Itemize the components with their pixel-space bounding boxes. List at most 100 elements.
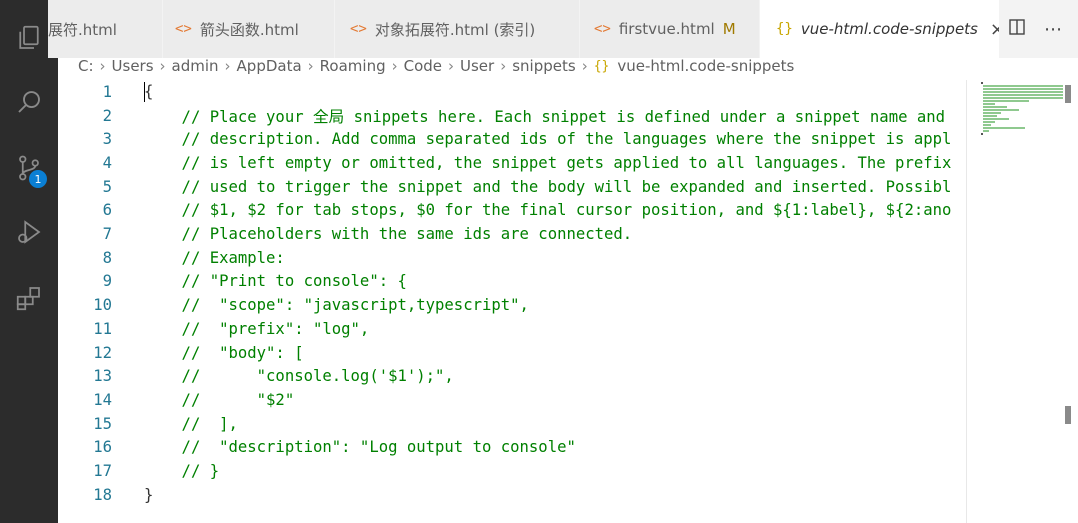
minimap-line (983, 94, 1063, 96)
line-number: 3 (102, 130, 112, 149)
line-content: // is left empty or omitted, the snippet… (144, 153, 952, 172)
line-content: // } (144, 462, 220, 481)
line-content: // "prefix": "log", (144, 319, 370, 338)
breadcrumb-item[interactable]: snippets (512, 57, 575, 75)
code-line: 3 // description. Add comma separated id… (58, 127, 966, 151)
line-number: 11 (93, 319, 112, 338)
tab-firstvue[interactable]: <> firstvue.html M (580, 0, 760, 58)
minimap-line (983, 85, 1063, 87)
breadcrumb-item[interactable]: AppData (237, 57, 302, 75)
scrollbar-thumb[interactable] (1065, 85, 1071, 103)
run-debug-icon[interactable] (0, 208, 58, 256)
line-content: // Placeholders with the same ids are co… (144, 225, 633, 244)
line-content: // "description": "Log output to console… (144, 438, 576, 457)
breadcrumb-file[interactable]: vue-html.code-snippets (617, 57, 794, 75)
code-line: 4 // is left empty or omitted, the snipp… (58, 151, 966, 175)
line-number: 4 (102, 153, 112, 172)
minimap-line (983, 118, 1009, 120)
minimap-line (983, 121, 995, 123)
html-file-icon: <> (350, 21, 367, 37)
tab-label: 箭头函数.html (199, 20, 299, 39)
tab-duixiang[interactable]: <> 对象拓展符.html (索引) (335, 0, 580, 58)
breadcrumb-item[interactable]: admin (172, 57, 219, 75)
line-number: 2 (102, 106, 112, 125)
code-line: 6 // $1, $2 for tab stops, $0 for the fi… (58, 199, 966, 223)
source-control-badge: 1 (29, 170, 47, 188)
code-line: 13 // "console.log('$1');", (58, 364, 966, 388)
search-icon[interactable] (0, 78, 58, 126)
line-number: 8 (102, 248, 112, 267)
line-content: } (144, 485, 154, 504)
minimap-line (983, 106, 1007, 108)
code-line: 15 // ], (58, 412, 966, 436)
minimap-line (983, 130, 989, 132)
tab-jiantou[interactable]: <> 箭头函数.html (163, 0, 335, 58)
code-line: 12 // "body": [ (58, 341, 966, 365)
breadcrumb-item[interactable]: Code (404, 57, 442, 75)
minimap-line (983, 103, 995, 105)
line-number: 13 (93, 367, 112, 386)
code-line: 14 // "$2" (58, 388, 966, 412)
json-file-icon: {} (593, 58, 610, 74)
minimap-line (983, 115, 997, 117)
breadcrumb-item[interactable]: User (460, 57, 494, 75)
line-number: 15 (93, 414, 112, 433)
minimap-line (981, 82, 983, 84)
tab-label: 对象拓展符.html (索引) (374, 20, 536, 39)
code-line: 18} (58, 483, 966, 507)
line-content: // ], (144, 414, 238, 433)
line-content: // "Print to console": { (144, 272, 407, 291)
modified-indicator: M (722, 20, 736, 38)
minimap-line (983, 127, 1025, 129)
line-number: 5 (102, 177, 112, 196)
line-text: { (144, 81, 154, 102)
line-content: { (144, 82, 154, 101)
breadcrumb-item[interactable]: Users (112, 57, 154, 75)
line-number: 14 (93, 390, 112, 409)
minimap-line (983, 112, 1001, 114)
html-file-icon: <> (175, 21, 192, 37)
line-number: 1 (102, 82, 112, 101)
line-content: // Example: (144, 248, 285, 267)
line-number: 10 (93, 296, 112, 315)
tab-label: 展符.html (48, 20, 117, 39)
minimap-line (983, 88, 1063, 90)
close-icon[interactable]: × (990, 19, 999, 40)
code-line: 17 // } (58, 459, 966, 483)
source-control-icon[interactable] (0, 144, 58, 192)
breadcrumb-item[interactable]: C: (78, 57, 94, 75)
extensions-icon[interactable] (0, 274, 58, 322)
line-number: 9 (102, 272, 112, 291)
code-line: 5 // used to trigger the snippet and the… (58, 175, 966, 199)
line-content: // used to trigger the snippet and the b… (144, 177, 952, 196)
split-editor-icon[interactable] (1008, 18, 1026, 41)
code-line: 9 // "Print to console": { (58, 270, 966, 294)
line-number: 16 (93, 438, 112, 457)
line-content: // description. Add comma separated ids … (144, 130, 952, 149)
code-line: 2 // Place your 全局 snippets here. Each s… (58, 104, 966, 128)
minimap-line (983, 97, 1063, 99)
tab-kuozhanfu[interactable]: 展符.html (48, 0, 163, 58)
tab-label: vue-html.code-snippets (800, 20, 978, 38)
line-number: 18 (93, 485, 112, 504)
breadcrumb: C: › Users › admin › AppData › Roaming › Code… (78, 57, 795, 75)
minimap-line (983, 100, 1029, 102)
code-editor[interactable]: 1{ 2 // Place your 全局 snippets here. Eac… (58, 80, 966, 523)
code-line: 1{ (58, 80, 966, 104)
tab-bar: 展符.html <> 箭头函数.html <> 对象拓展符.html (索引) … (48, 0, 1078, 58)
line-content: // "console.log('$1');", (144, 367, 454, 386)
more-actions-icon[interactable]: ⋯ (1044, 19, 1063, 40)
line-content: // "body": [ (144, 343, 304, 362)
minimap[interactable] (966, 80, 1078, 523)
editor-actions: ⋯ (1008, 0, 1063, 58)
line-content: // $1, $2 for tab stops, $0 for the fina… (144, 201, 952, 220)
minimap-line (983, 124, 991, 126)
code-line: 10 // "scope": "javascript,typescript", (58, 293, 966, 317)
scrollbar-marker (1065, 406, 1071, 424)
line-number: 7 (102, 225, 112, 244)
breadcrumb-item[interactable]: Roaming (320, 57, 386, 75)
minimap-line (983, 91, 1063, 93)
tab-label: firstvue.html (618, 20, 715, 38)
tab-vue-html-snippets[interactable]: {} vue-html.code-snippets × (760, 0, 1000, 58)
activity-bar: 1 (0, 0, 58, 523)
